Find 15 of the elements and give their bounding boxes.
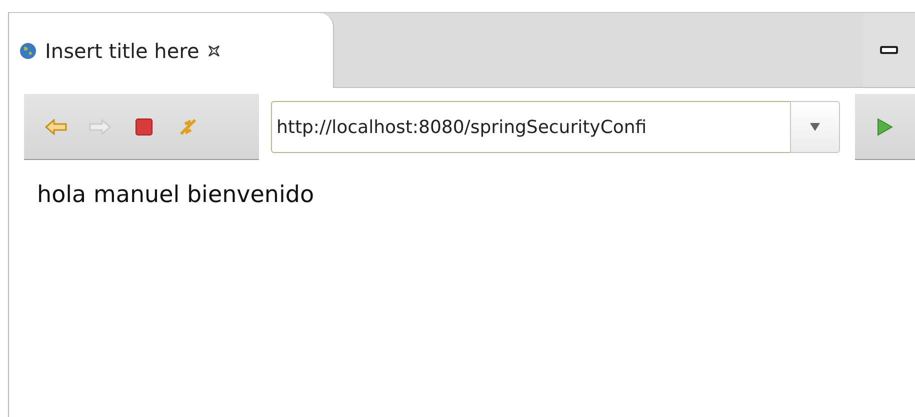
forward-arrow-icon: [89, 118, 111, 134]
url-field[interactable]: http://localhost:8080/springSecurityConfi: [271, 101, 790, 153]
minimize-icon: [880, 46, 898, 54]
minimize-button[interactable]: [863, 13, 915, 87]
page-text: hola manuel bienvenido: [37, 182, 314, 208]
globe-icon: [19, 42, 37, 60]
close-icon[interactable]: [207, 44, 222, 58]
back-arrow-icon: [45, 118, 67, 134]
stop-icon: [135, 118, 153, 136]
play-triangle-icon: [876, 116, 894, 136]
go-button[interactable]: [855, 94, 915, 160]
tab-title: Insert title here: [45, 38, 200, 62]
editor-tab[interactable]: Insert title here: [9, 13, 334, 88]
dropdown-caret-icon: [809, 122, 822, 132]
dropdown-button[interactable]: [790, 101, 840, 153]
